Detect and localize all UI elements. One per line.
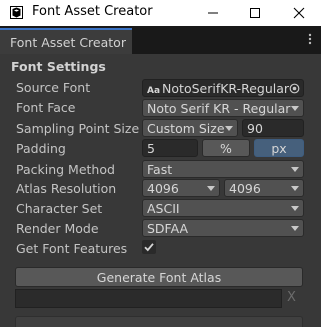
label-character-set: Character Set — [16, 201, 103, 216]
tab-bar: Font Asset Creator — [0, 26, 321, 54]
atlas-width-dropdown[interactable]: 4096 — [142, 179, 220, 197]
packing-method-value: Fast — [147, 162, 173, 177]
label-source-font: Source Font — [16, 80, 91, 95]
chevron-down-icon — [291, 226, 299, 231]
sampling-size-mode-dropdown[interactable]: Custom Size — [142, 119, 238, 137]
chevron-down-icon — [207, 186, 215, 191]
chevron-down-icon — [225, 126, 233, 131]
tab-font-asset-creator[interactable]: Font Asset Creator — [0, 28, 132, 54]
label-font-face: Font Face — [16, 100, 76, 115]
padding-unit-percent-button[interactable]: % — [202, 139, 250, 157]
source-font-value: NotoSerifKR-Regular — [162, 81, 290, 96]
object-picker-icon[interactable] — [289, 83, 300, 94]
unity-app-icon — [10, 6, 23, 19]
font-face-dropdown[interactable]: Noto Serif KR - Regular — [142, 99, 304, 117]
minimize-icon — [208, 12, 218, 14]
maximize-button[interactable] — [234, 0, 276, 26]
atlas-width-value: 4096 — [147, 181, 179, 196]
chevron-down-icon — [291, 167, 299, 172]
packing-method-dropdown[interactable]: Fast — [142, 160, 304, 178]
padding-unit-px-button[interactable]: px — [254, 139, 304, 157]
character-set-dropdown[interactable]: ASCII — [142, 199, 304, 217]
sampling-size-input[interactable]: 90 — [242, 119, 304, 137]
minimize-button[interactable] — [192, 0, 234, 26]
padding-input[interactable]: 5 — [142, 139, 198, 157]
label-get-font-features: Get Font Features — [16, 241, 128, 256]
clear-button[interactable]: X — [287, 290, 301, 306]
sampling-size-mode-value: Custom Size — [147, 121, 225, 136]
generate-font-atlas-button[interactable]: Generate Font Atlas — [15, 267, 303, 287]
label-sampling-point-size: Sampling Point Size — [16, 121, 140, 136]
maximize-icon — [250, 8, 260, 18]
label-padding: Padding — [16, 141, 66, 156]
settings-panel: Font Settings Source Font Aa NotoSerifKR-… — [0, 54, 321, 327]
font-face-value: Noto Serif KR - Regular — [147, 101, 291, 116]
atlas-preview-panel — [15, 316, 303, 327]
chevron-down-icon — [291, 106, 299, 111]
kebab-menu-icon[interactable] — [303, 32, 317, 46]
chevron-down-icon — [291, 206, 299, 211]
checkmark-icon — [144, 243, 154, 252]
window-title: Font Asset Creator — [32, 4, 153, 19]
close-icon — [293, 7, 305, 19]
font-asset-icon: Aa — [147, 86, 161, 96]
window-titlebar: Font Asset Creator — [0, 0, 321, 26]
atlas-height-value: 4096 — [229, 181, 261, 196]
get-font-features-checkbox[interactable] — [142, 240, 156, 254]
render-mode-dropdown[interactable]: SDFAA — [142, 219, 304, 237]
section-header-font-settings: Font Settings — [11, 59, 106, 74]
atlas-height-dropdown[interactable]: 4096 — [224, 179, 304, 197]
character-set-value: ASCII — [147, 201, 180, 216]
source-font-field[interactable]: Aa NotoSerifKR-Regular — [142, 79, 304, 97]
render-mode-value: SDFAA — [147, 221, 189, 236]
label-packing-method: Packing Method — [16, 162, 115, 177]
label-render-mode: Render Mode — [16, 221, 99, 236]
label-atlas-resolution: Atlas Resolution — [16, 181, 117, 196]
close-button[interactable] — [278, 0, 320, 26]
generation-progress-bar — [15, 289, 282, 308]
chevron-down-icon — [291, 186, 299, 191]
